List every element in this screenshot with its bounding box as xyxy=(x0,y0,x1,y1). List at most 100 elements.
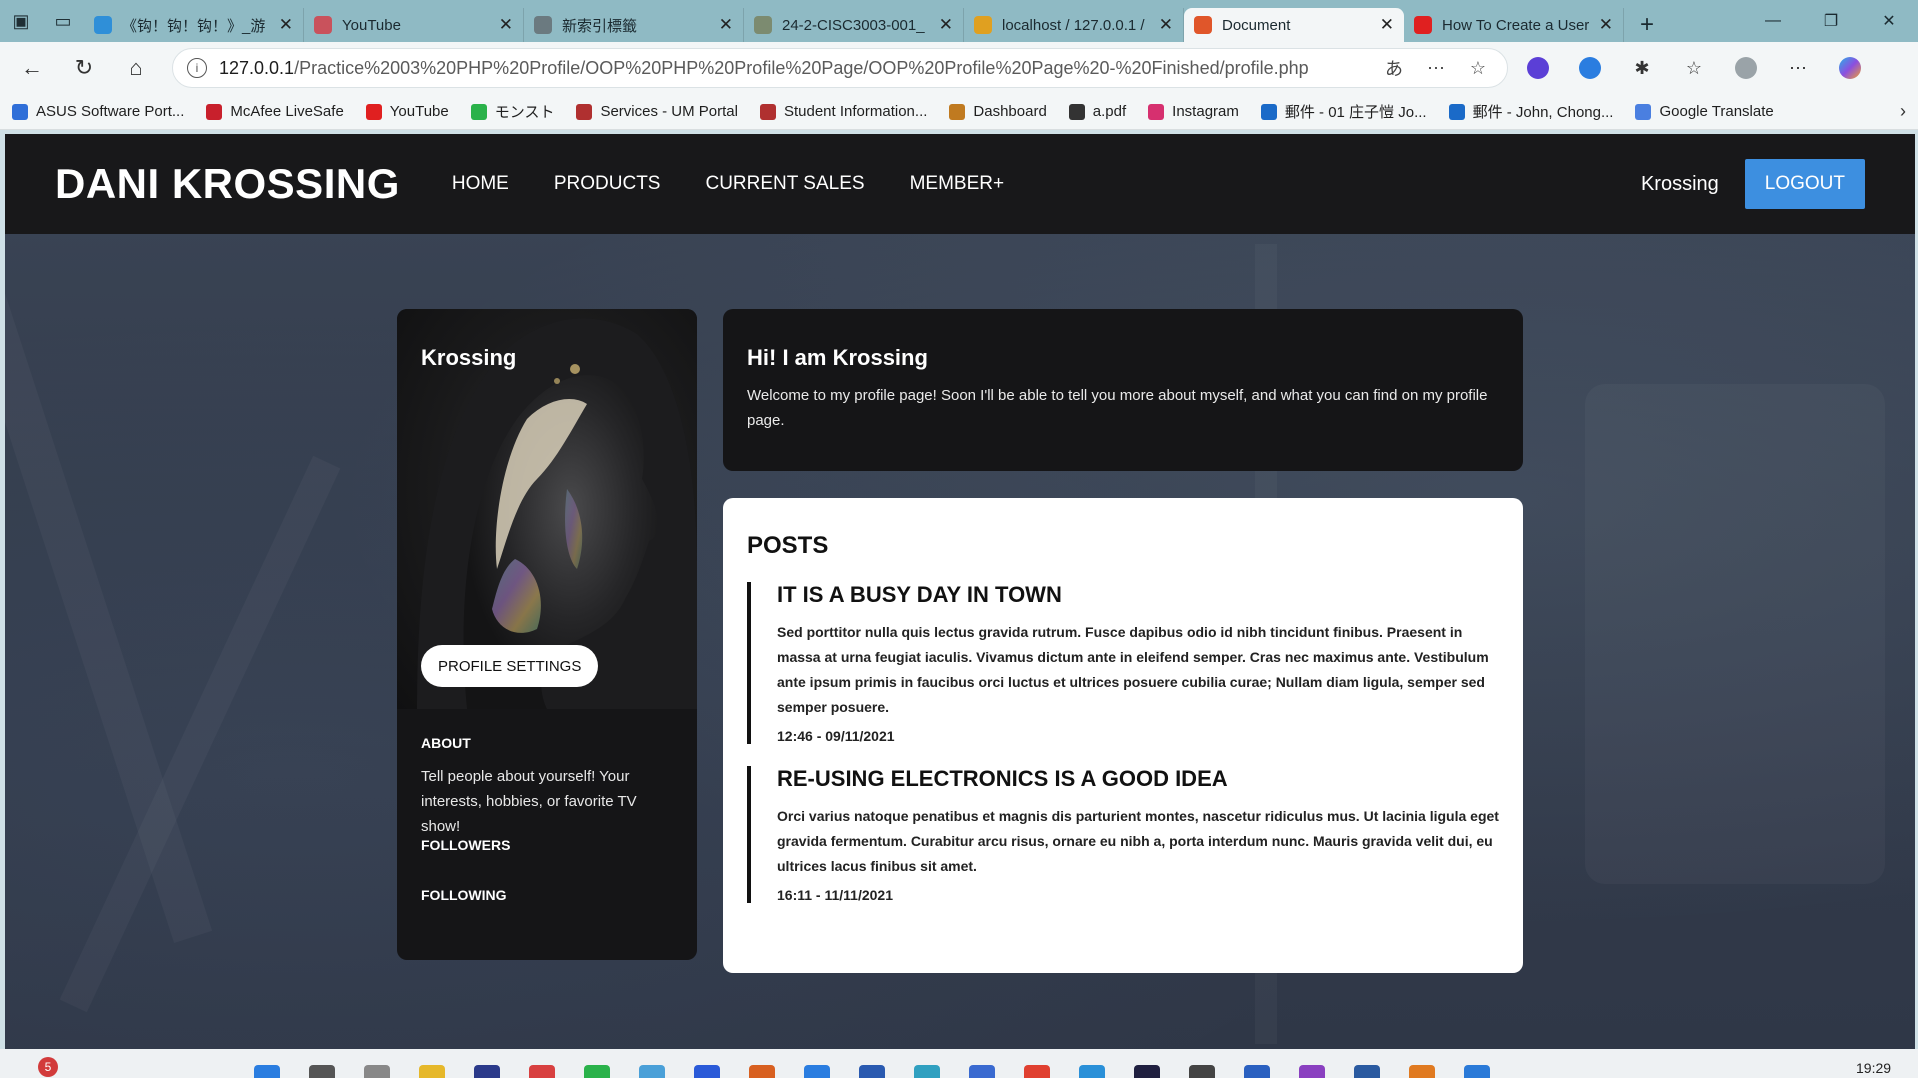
app-icon[interactable] xyxy=(364,1065,390,1078)
bookmark-item[interactable]: Instagram xyxy=(1148,103,1239,120)
close-tab-icon[interactable]: ✕ xyxy=(279,15,293,35)
bookmark-label: モンスト xyxy=(494,104,555,121)
favorites-icon[interactable]: ☆ xyxy=(1672,48,1716,88)
search-icon[interactable] xyxy=(309,1065,335,1078)
following-heading[interactable]: FOLLOWING xyxy=(421,887,507,903)
bookmark-label: Services - UM Portal xyxy=(600,103,738,120)
app-icon[interactable] xyxy=(1244,1065,1270,1078)
bookmark-item[interactable]: 郵件 - 01 庄子愷 Jo... xyxy=(1260,101,1427,122)
clock-time[interactable]: 19:29 xyxy=(1856,1060,1891,1076)
home-icon[interactable]: ⌂ xyxy=(114,48,158,88)
site-logo[interactable]: DANI KROSSING xyxy=(55,160,400,208)
window-controls: — ❐ ✕ xyxy=(1744,0,1918,42)
nav-current-sales[interactable]: CURRENT SALES xyxy=(705,173,864,195)
tab-actions-icon[interactable]: ▭ xyxy=(42,0,84,42)
browser-tab[interactable]: 新索引標籤 ✕ xyxy=(524,8,744,42)
back-icon[interactable]: ← xyxy=(10,48,54,88)
site-info-icon[interactable]: i xyxy=(187,58,207,78)
close-tab-icon[interactable]: ✕ xyxy=(939,15,953,35)
app-icon[interactable] xyxy=(1354,1065,1380,1078)
url-text[interactable]: 127.0.0.1/Practice%2003%20PHP%20Profile/… xyxy=(219,58,1367,79)
browser-tab[interactable]: How To Create a User ✕ xyxy=(1404,8,1624,42)
start-icon[interactable] xyxy=(254,1065,280,1078)
app-icon[interactable] xyxy=(859,1065,885,1078)
workspaces-icon[interactable]: ▣ xyxy=(0,0,42,42)
minimize-icon[interactable]: — xyxy=(1744,0,1802,42)
nav-products[interactable]: PRODUCTS xyxy=(554,173,661,195)
tab-favicon-icon xyxy=(94,16,112,34)
favorite-star-icon[interactable]: ☆ xyxy=(1463,58,1493,79)
profile-avatar-icon[interactable] xyxy=(1724,48,1768,88)
bookmark-label: Instagram xyxy=(1172,103,1239,120)
bookmark-label: 郵件 - 01 庄子愷 Jo... xyxy=(1284,104,1427,121)
nav-home[interactable]: HOME xyxy=(452,173,509,195)
app-icon[interactable] xyxy=(1134,1065,1160,1078)
vscode-icon[interactable] xyxy=(1464,1065,1490,1078)
app-icon[interactable] xyxy=(529,1065,555,1078)
post-date: 16:11 - 11/11/2021 xyxy=(777,887,893,903)
browser-tab[interactable]: YouTube ✕ xyxy=(304,8,524,42)
extension-icon[interactable] xyxy=(1516,48,1560,88)
bookmark-item[interactable]: a.pdf xyxy=(1068,103,1126,120)
app-icon[interactable] xyxy=(639,1065,665,1078)
copilot-icon[interactable] xyxy=(1828,48,1872,88)
close-tab-icon[interactable]: ✕ xyxy=(1380,15,1394,35)
profile-name: Krossing xyxy=(421,345,517,370)
settings-more-icon[interactable]: ⋯ xyxy=(1776,48,1820,88)
folder-icon[interactable] xyxy=(419,1065,445,1078)
bookmark-item[interactable]: モンスト xyxy=(470,101,555,122)
app-icon[interactable] xyxy=(584,1065,610,1078)
extension-icon[interactable] xyxy=(1568,48,1612,88)
bookmark-item[interactable]: 郵件 - John, Chong... xyxy=(1448,101,1613,122)
bookmark-item[interactable]: Dashboard xyxy=(949,103,1047,120)
bookmark-item[interactable]: YouTube xyxy=(365,103,449,120)
logout-button[interactable]: LOGOUT xyxy=(1744,159,1865,209)
post-title[interactable]: IT IS A BUSY DAY IN TOWN xyxy=(777,582,1499,608)
tab-title: Document xyxy=(1222,16,1291,34)
browser-tab[interactable]: Document ✕ xyxy=(1184,8,1404,42)
app-icon[interactable] xyxy=(804,1065,830,1078)
app-icon[interactable] xyxy=(1024,1065,1050,1078)
profile-settings-button[interactable]: PROFILE SETTINGS xyxy=(421,645,599,687)
browser-tab[interactable]: 《钩！钩！钩！》_游 ✕ xyxy=(84,8,304,42)
app-icon[interactable] xyxy=(1409,1065,1435,1078)
new-tab-button[interactable]: + xyxy=(1624,8,1670,42)
app-icon[interactable] xyxy=(1189,1065,1215,1078)
extensions-puzzle-icon[interactable]: ✱ xyxy=(1620,48,1664,88)
restore-icon[interactable]: ❐ xyxy=(1802,0,1860,42)
bookmark-item[interactable]: Services - UM Portal xyxy=(576,103,738,120)
tab-favicon-icon xyxy=(1194,16,1212,34)
edge-icon[interactable] xyxy=(914,1065,940,1078)
bookmark-item[interactable]: Student Information... xyxy=(759,103,927,120)
browser-tab[interactable]: localhost / 127.0.0.1 / ✕ xyxy=(964,8,1184,42)
close-tab-icon[interactable]: ✕ xyxy=(1599,15,1613,35)
app-icon[interactable] xyxy=(1299,1065,1325,1078)
followers-heading[interactable]: FOLLOWERS xyxy=(421,837,510,853)
about-heading: ABOUT xyxy=(421,735,471,751)
header-username[interactable]: Krossing xyxy=(1641,173,1719,196)
close-tab-icon[interactable]: ✕ xyxy=(1159,15,1173,35)
intro-text: Welcome to my profile page! Soon I'll be… xyxy=(747,387,1488,429)
notification-badge[interactable]: 5 xyxy=(38,1057,58,1077)
close-window-icon[interactable]: ✕ xyxy=(1860,0,1918,42)
refresh-icon[interactable]: ↻ xyxy=(62,48,106,88)
post-title[interactable]: RE-USING ELECTRONICS IS A GOOD IDEA xyxy=(777,766,1499,792)
close-tab-icon[interactable]: ✕ xyxy=(499,15,513,35)
close-tab-icon[interactable]: ✕ xyxy=(719,15,733,35)
address-bar[interactable]: i 127.0.0.1/Practice%2003%20PHP%20Profil… xyxy=(172,48,1508,88)
bookmarks-overflow-icon[interactable]: › xyxy=(1900,101,1906,122)
read-aloud-icon[interactable]: あ xyxy=(1379,55,1409,81)
app-icon[interactable] xyxy=(694,1065,720,1078)
intro-title: Hi! I am Krossing xyxy=(747,345,928,370)
app-icon[interactable] xyxy=(969,1065,995,1078)
bookmark-item[interactable]: McAfee LiveSafe xyxy=(206,103,344,120)
nav-member-plus[interactable]: MEMBER+ xyxy=(910,173,1005,195)
browser-tab[interactable]: 24-2-CISC3003-001_ ✕ xyxy=(744,8,964,42)
bookmark-item[interactable]: Google Translate xyxy=(1635,103,1774,120)
app-icon[interactable] xyxy=(749,1065,775,1078)
bookmark-item[interactable]: ASUS Software Port... xyxy=(12,103,184,120)
app-icon[interactable] xyxy=(1079,1065,1105,1078)
posts-heading: POSTS xyxy=(747,532,829,559)
app-icon[interactable] xyxy=(474,1065,500,1078)
more-site-icon[interactable]: ⋯ xyxy=(1421,58,1451,79)
